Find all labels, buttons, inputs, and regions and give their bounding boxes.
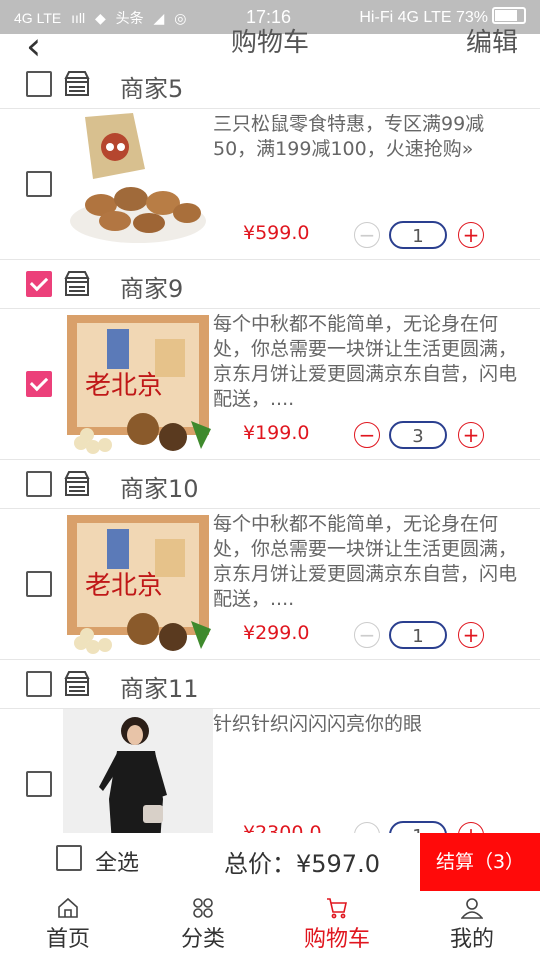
- increase-quantity-button[interactable]: +: [458, 622, 484, 648]
- tab-label: 我的: [449, 927, 494, 952]
- category-icon: [193, 898, 213, 918]
- store-icon: [64, 471, 90, 496]
- tab-category[interactable]: 分类: [163, 897, 243, 953]
- cart-icon: [327, 898, 347, 919]
- store-checkbox[interactable]: [26, 71, 52, 97]
- product-image[interactable]: [63, 709, 213, 834]
- cart-item: 针织针织闪闪闪亮你的眼 ¥2300.0 − 1 +: [0, 709, 540, 834]
- product-price: ¥599.0: [243, 222, 310, 244]
- bottom-tab-bar: 首页 分类 购物车 我的: [0, 891, 540, 960]
- tab-label: 首页: [45, 927, 90, 952]
- product-description[interactable]: 三只松鼠零食特惠，专区满99减50，满199减100，火速抢购»: [213, 112, 523, 162]
- tab-label: 分类: [180, 927, 225, 952]
- store-checkbox[interactable]: [26, 471, 52, 497]
- increase-quantity-button[interactable]: +: [458, 422, 484, 448]
- quantity-input[interactable]: 3: [389, 421, 447, 449]
- store-icon: [64, 671, 90, 696]
- store-icon: [64, 271, 90, 296]
- decrease-quantity-button[interactable]: −: [354, 622, 380, 648]
- decrease-quantity-button[interactable]: −: [354, 222, 380, 248]
- select-all-label[interactable]: 全选: [95, 845, 139, 877]
- quantity-input[interactable]: 1: [389, 621, 447, 649]
- cart-item: 老北京 每个中秋都不能简单，无论身在何处，你总需要一块饼让生活更圆满，京东月饼让…: [0, 309, 540, 460]
- product-price: ¥199.0: [243, 422, 310, 444]
- cart-item: 三只松鼠零食特惠，专区满99减50，满199减100，火速抢购» ¥599.0 …: [0, 109, 540, 260]
- store-checkbox[interactable]: [26, 271, 52, 297]
- checkout-button[interactable]: 结算（3）: [420, 833, 540, 891]
- svg-text:老北京: 老北京: [85, 571, 163, 601]
- page-title: 购物车: [230, 28, 309, 58]
- store-icon: [64, 71, 90, 96]
- product-image[interactable]: [63, 109, 213, 259]
- product-description[interactable]: 每个中秋都不能简单，无论身在何处，你总需要一块饼让生活更圆满，京东月饼让爱更圆满…: [213, 512, 523, 612]
- home-icon: [58, 897, 78, 918]
- cart-list[interactable]: 商家5 三只松鼠零食特惠，专区满99减50，满199减100，火速抢购» ¥59…: [0, 60, 540, 834]
- store-name: 商家10: [120, 475, 199, 503]
- user-icon: [461, 898, 483, 919]
- store-row: 商家9: [0, 260, 540, 309]
- svg-text:老北京: 老北京: [85, 371, 163, 401]
- store-row: 商家5: [0, 60, 540, 109]
- select-all-checkbox[interactable]: [56, 845, 82, 871]
- cart-item: 老北京 每个中秋都不能简单，无论身在何处，你总需要一块饼让生活更圆满，京东月饼让…: [0, 509, 540, 660]
- store-checkbox[interactable]: [26, 671, 52, 697]
- store-row: 商家10: [0, 460, 540, 509]
- tab-mine[interactable]: 我的: [432, 897, 512, 953]
- total-price: 总价：¥597.0: [224, 850, 380, 878]
- item-checkbox[interactable]: [26, 171, 52, 197]
- tab-home[interactable]: 首页: [28, 897, 108, 953]
- item-checkbox[interactable]: [26, 771, 52, 797]
- product-description[interactable]: 针织针织闪闪闪亮你的眼: [213, 712, 523, 737]
- checkout-bar: 全选 总价：¥597.0 结算（3）: [0, 833, 540, 891]
- store-row: 商家11: [0, 660, 540, 709]
- store-name: 商家5: [120, 75, 184, 103]
- increase-quantity-button[interactable]: +: [458, 222, 484, 248]
- product-image[interactable]: 老北京: [63, 509, 213, 659]
- item-checkbox[interactable]: [26, 371, 52, 397]
- product-image[interactable]: 老北京: [63, 309, 213, 459]
- product-price: ¥299.0: [243, 622, 310, 644]
- store-name: 商家11: [120, 675, 199, 703]
- item-checkbox[interactable]: [26, 571, 52, 597]
- tab-label: 购物车: [303, 927, 370, 952]
- store-name: 商家9: [120, 275, 184, 303]
- decrease-quantity-button[interactable]: −: [354, 422, 380, 448]
- tab-cart[interactable]: 购物车: [297, 897, 377, 953]
- product-description[interactable]: 每个中秋都不能简单，无论身在何处，你总需要一块饼让生活更圆满，京东月饼让爱更圆满…: [213, 312, 523, 412]
- quantity-input[interactable]: 1: [389, 221, 447, 249]
- edit-button[interactable]: 编辑: [466, 22, 518, 59]
